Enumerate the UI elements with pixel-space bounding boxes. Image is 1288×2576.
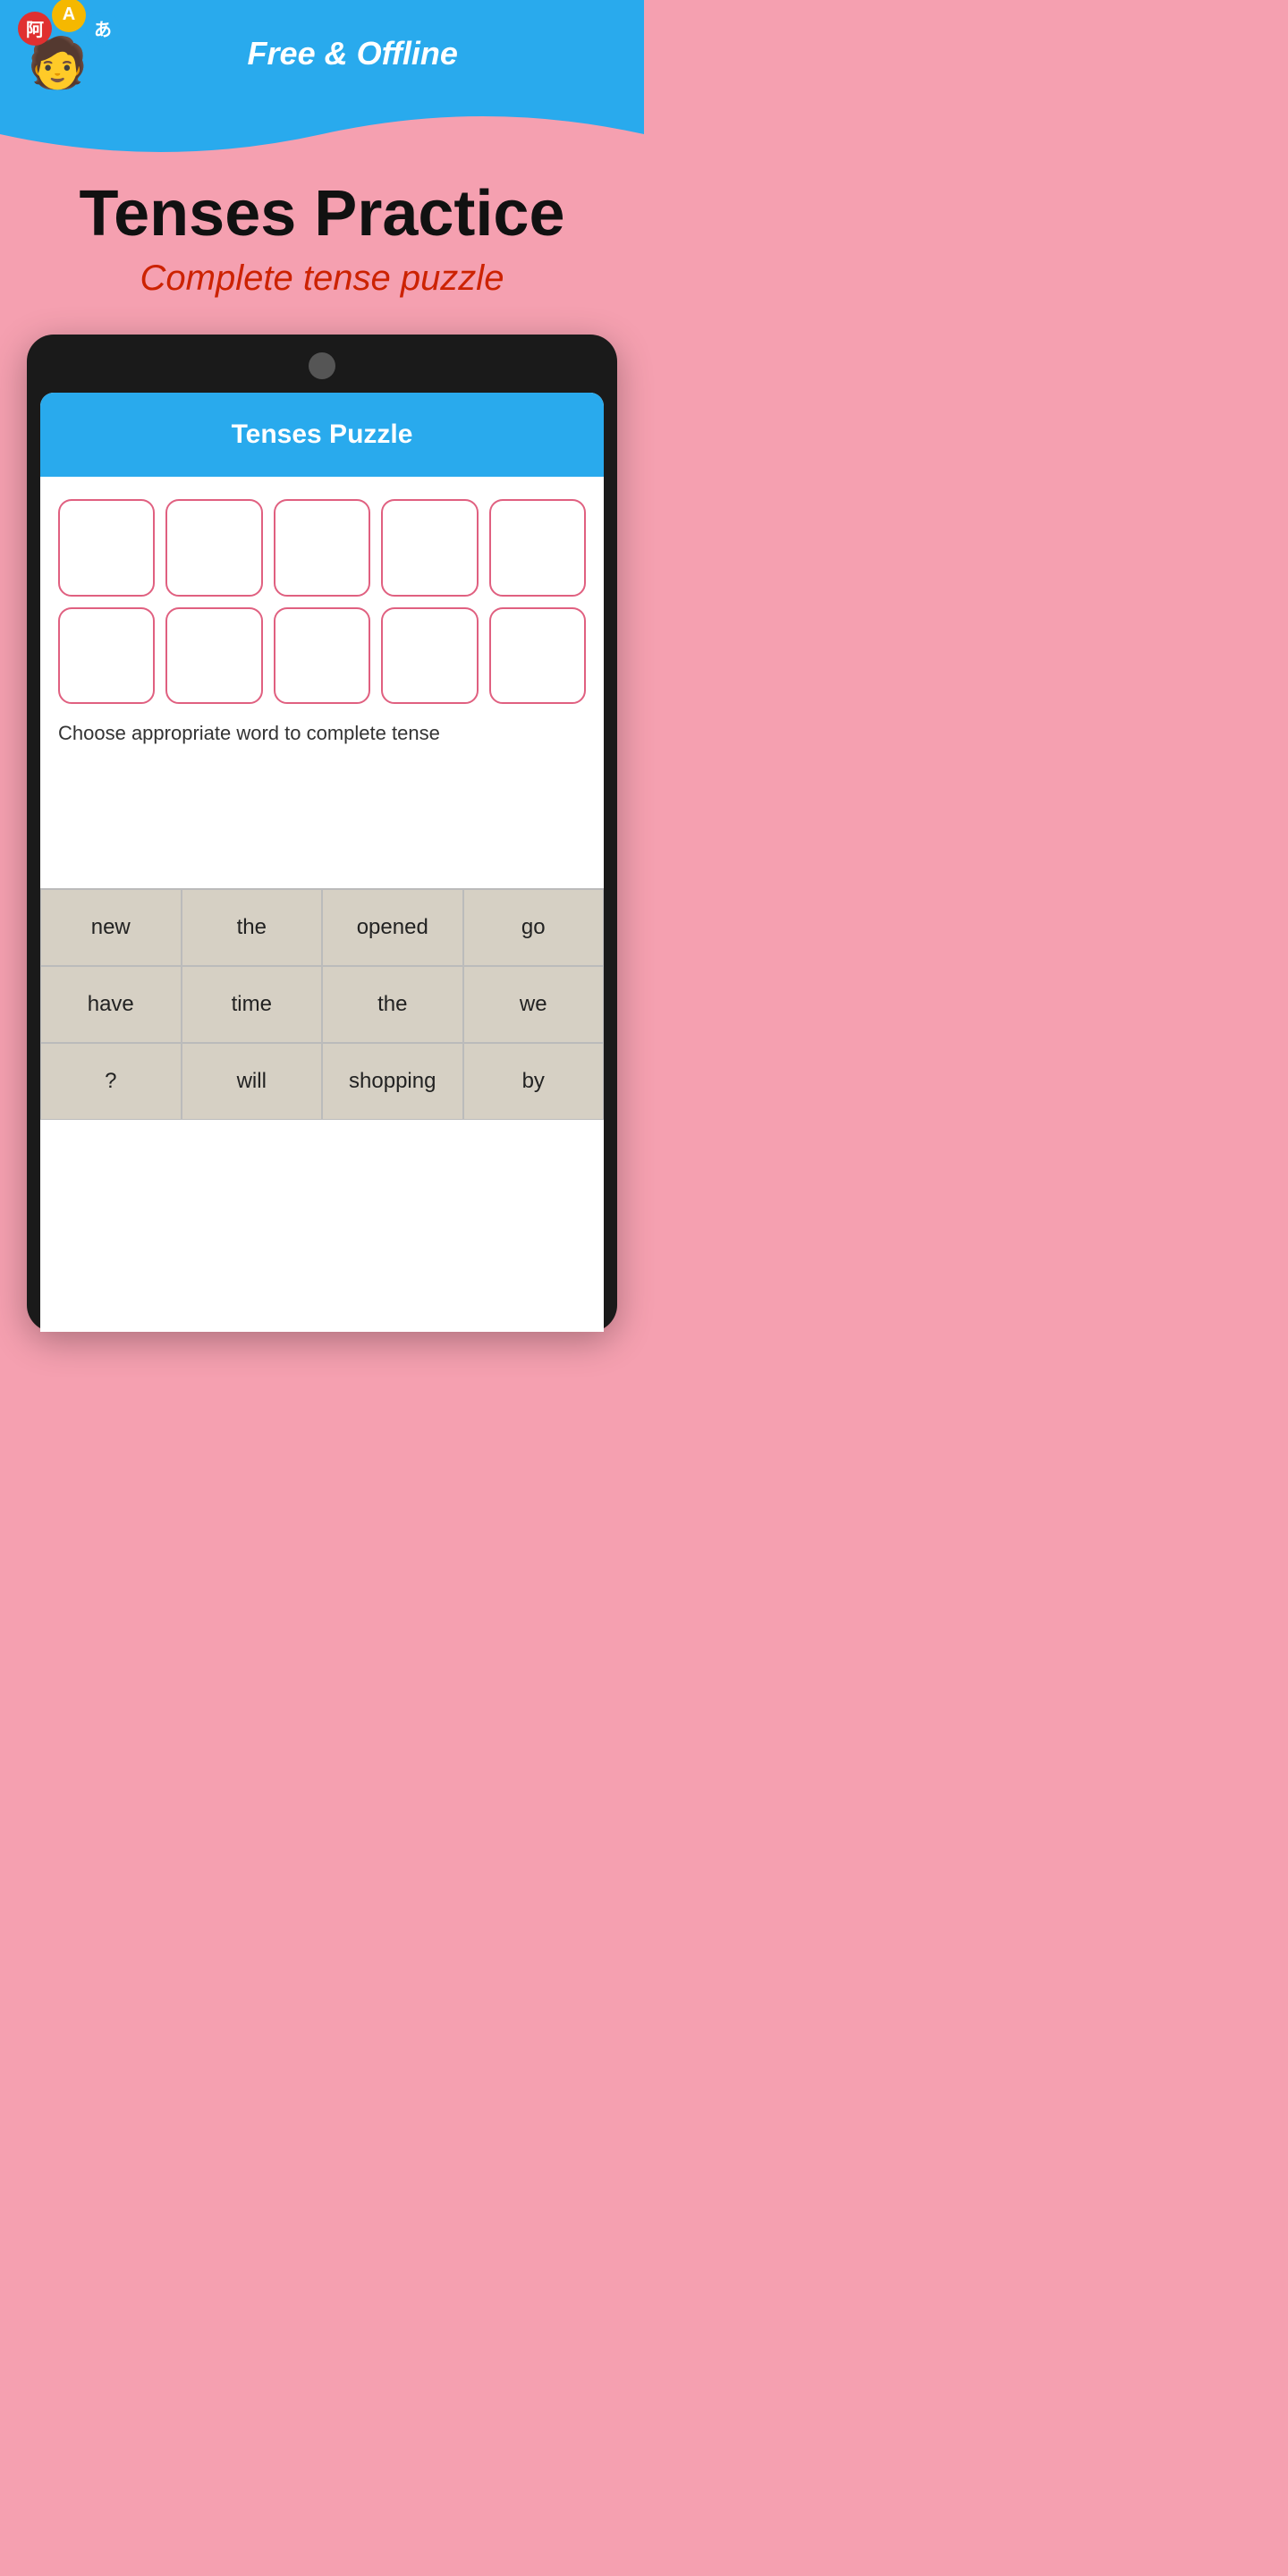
letter-box-9[interactable]	[381, 607, 478, 704]
word-btn-have[interactable]: have	[40, 966, 182, 1043]
letter-box-6[interactable]	[58, 607, 155, 704]
word-btn-opened[interactable]: opened	[322, 889, 463, 966]
letter-box-7[interactable]	[165, 607, 262, 704]
word-buttons-grid: new the opened go have time the we ? wil…	[40, 888, 604, 1120]
word-btn-go[interactable]: go	[463, 889, 605, 966]
wave-divider	[0, 107, 644, 161]
logo-bubble-japanese: あ	[86, 12, 120, 46]
letter-box-2[interactable]	[165, 499, 262, 596]
content-spacer	[58, 763, 586, 870]
app-header: 阿 A あ 🧑 Free & Offline	[0, 0, 644, 107]
logo-bubble-english: A	[52, 0, 86, 32]
puzzle-area: Choose appropriate word to complete tens…	[40, 477, 604, 888]
word-btn-time[interactable]: time	[182, 966, 323, 1043]
phone-screen: Tenses Puzzle Choose appropriate	[40, 393, 604, 1332]
screen-title: Tenses Puzzle	[58, 419, 586, 450]
letter-box-10[interactable]	[489, 607, 586, 704]
word-btn-will[interactable]: will	[182, 1043, 323, 1120]
logo-bubble-chinese: 阿	[18, 12, 52, 46]
header-tagline: Free & Offline	[88, 35, 617, 72]
app-header-bar: Tenses Puzzle	[40, 393, 604, 477]
letter-box-8[interactable]	[274, 607, 370, 704]
phone-camera	[309, 352, 335, 379]
app-subtitle: Complete tense puzzle	[27, 258, 617, 299]
letter-box-4[interactable]	[381, 499, 478, 596]
word-btn-the2[interactable]: the	[322, 966, 463, 1043]
app-title: Tenses Practice	[27, 179, 617, 250]
app-logo: 阿 A あ 🧑	[27, 16, 88, 92]
word-btn-by[interactable]: by	[463, 1043, 605, 1120]
phone-mockup: Tenses Puzzle Choose appropriate	[27, 335, 617, 1332]
word-btn-new[interactable]: new	[40, 889, 182, 966]
word-btn-we[interactable]: we	[463, 966, 605, 1043]
instruction-text: Choose appropriate word to complete tens…	[58, 722, 586, 745]
letter-box-5[interactable]	[489, 499, 586, 596]
word-btn-shopping[interactable]: shopping	[322, 1043, 463, 1120]
letter-box-3[interactable]	[274, 499, 370, 596]
word-btn-the1[interactable]: the	[182, 889, 323, 966]
letter-box-1[interactable]	[58, 499, 155, 596]
letter-grid	[58, 499, 586, 704]
main-content: Tenses Practice Complete tense puzzle Te…	[0, 161, 644, 1368]
word-btn-question[interactable]: ?	[40, 1043, 182, 1120]
